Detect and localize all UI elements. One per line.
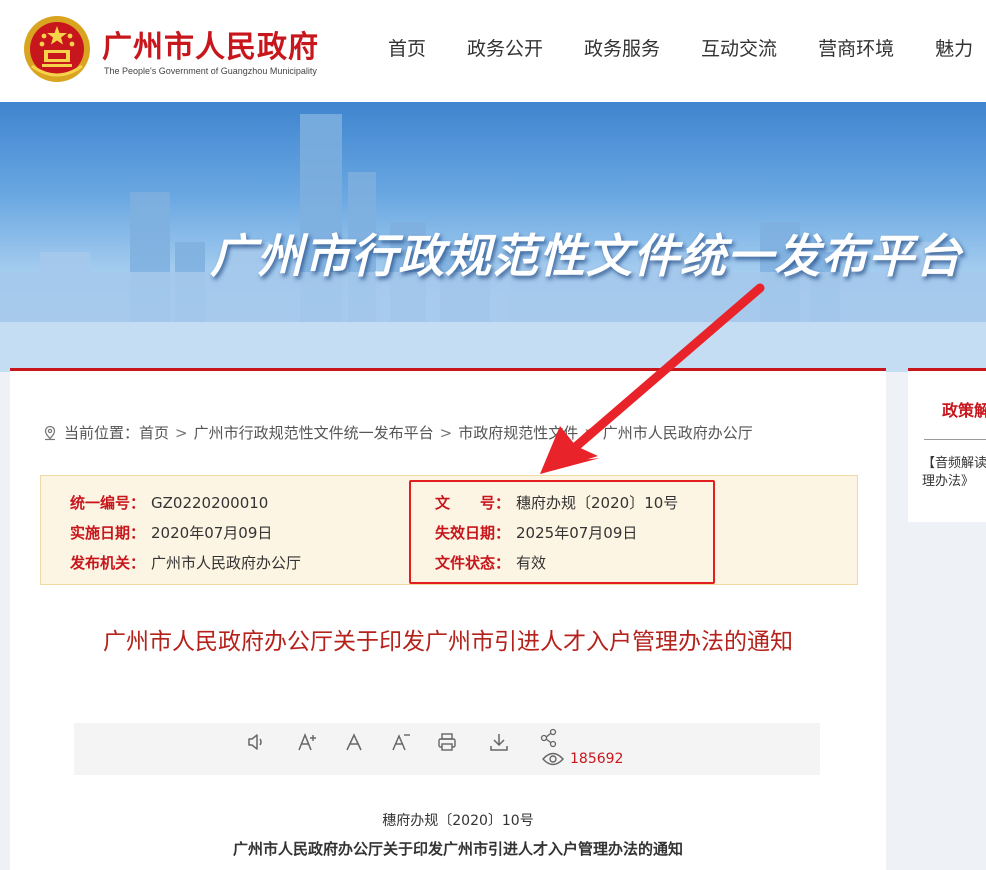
info-code-label: 统一编号： [70,494,146,512]
highlight-box [409,480,715,584]
sidebar-item-line2: 理办法》 [922,474,975,489]
document-toolbar: 185692 [74,723,820,775]
site-title[interactable]: 广州市人民政府 [102,22,319,66]
font-normal-icon[interactable] [343,731,365,753]
document-subtitle: 广州市人民政府办公厅关于印发广州市引进人才入户管理办法的通知 [232,840,683,858]
print-icon[interactable] [436,731,458,753]
sidebar-item[interactable]: 【音频解读】 理办法》 [922,455,986,491]
breadcrumb-separator: > [439,423,453,442]
nav-item-services[interactable]: 政务服务 [584,34,660,61]
info-issuer-label: 发布机关： [70,554,146,572]
breadcrumb-office[interactable]: 广州市人民政府办公厅 [603,422,753,443]
main-content: 当前位置： 首页 > 广州市行政规范性文件统一发布平台 > 市政府规范性文件 >… [10,368,886,870]
speaker-icon[interactable] [245,731,267,753]
banner: 广州市行政规范性文件统一发布平台 [0,102,986,372]
view-count-value: 185692 [570,751,624,767]
breadcrumb-home[interactable]: 首页 [139,422,169,443]
document-title: 广州市人民政府办公厅关于印发广州市引进人才入户管理办法的通知 [103,629,793,655]
download-icon[interactable] [488,731,510,753]
breadcrumb-separator: > [584,423,597,442]
banner-title: 广州市行政规范性文件统一发布平台 [210,229,962,283]
info-impl-date: 实施日期： 2020年07月09日 [70,522,272,543]
info-impl-label: 实施日期： [70,524,146,542]
share-icon[interactable] [538,727,560,749]
info-issuer: 发布机关： 广州市人民政府办公厅 [70,552,301,573]
breadcrumb: 当前位置： 首页 > 广州市行政规范性文件统一发布平台 > 市政府规范性文件 >… [42,422,753,443]
breadcrumb-separator: > [175,423,188,442]
view-count: 185692 [542,751,623,767]
sidebar-title: 政策解读 [942,401,986,420]
sidebar-item-line1: 【音频解读】 [922,456,986,471]
nav-item-charm[interactable]: 魅力 [935,34,973,61]
nav-item-interaction[interactable]: 互动交流 [701,34,777,61]
breadcrumb-prefix: 当前位置： [64,424,140,442]
breadcrumb-platform[interactable]: 广州市行政规范性文件统一发布平台 [194,422,434,443]
site-subtitle: The People's Government of Guangzhou Mun… [104,66,317,76]
nav-item-business[interactable]: 营商环境 [818,34,894,61]
national-emblem-icon[interactable] [22,14,92,84]
sidebar-divider [924,439,986,440]
info-issuer-value: 广州市人民政府办公厅 [151,554,302,572]
main-nav: 首页 政务公开 政务服务 互动交流 营商环境 魅力 [388,34,986,61]
nav-item-government-affairs[interactable]: 政务公开 [467,34,543,61]
policy-interpretation-panel: 政策解读 【音频解读】 理办法》 [908,368,986,522]
info-impl-value: 2020年07月09日 [151,524,273,542]
site-header: 广州市人民政府 The People's Government of Guang… [0,0,986,102]
document-number: 穗府办规〔2020〕10号 [382,813,534,829]
font-decrease-icon[interactable] [390,731,412,753]
font-increase-icon[interactable] [296,731,318,753]
info-code-value: GZ0220200010 [151,494,269,512]
breadcrumb-city-docs[interactable]: 市政府规范性文件 [458,422,578,443]
info-code: 统一编号： GZ0220200010 [70,492,268,513]
location-icon [44,425,56,440]
nav-item-home[interactable]: 首页 [388,34,426,61]
eye-icon [542,752,564,766]
